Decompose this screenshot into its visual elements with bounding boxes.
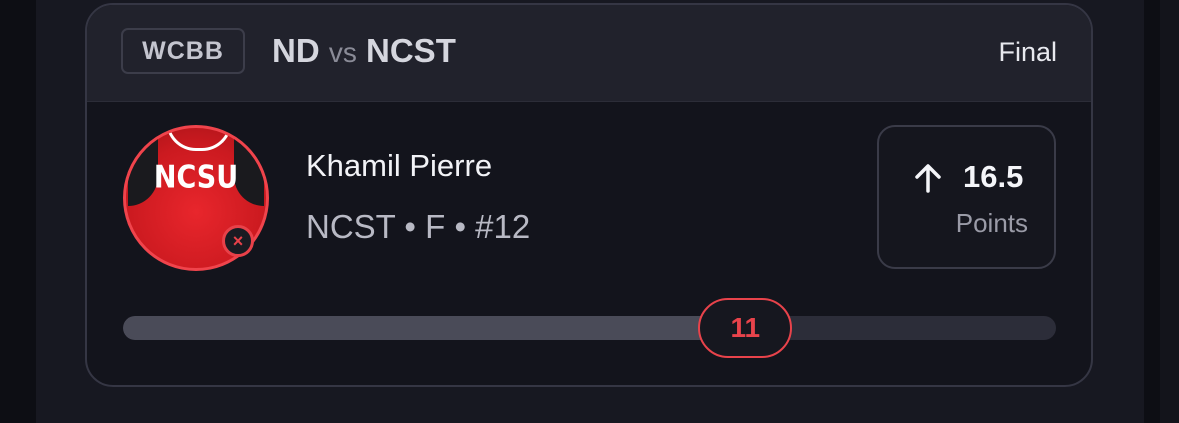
player-name: Khamil Pierre (306, 148, 493, 183)
card-header: WCBB ND vs NCST Final (87, 5, 1091, 102)
arrow-up-icon (915, 164, 941, 193)
vs-label: vs (328, 37, 357, 68)
line-box[interactable]: 16.5 Points (877, 125, 1056, 269)
line-value: 16.5 (963, 159, 1024, 194)
line-stat: Points (955, 208, 1028, 238)
progress-marker: 11 (698, 298, 793, 358)
close-icon: × (222, 225, 254, 257)
player-meta: NCST • F • #12 (306, 208, 531, 245)
progress-fill (123, 316, 746, 340)
progress-track (123, 316, 1056, 340)
game-status: Final (998, 37, 1057, 67)
prop-card[interactable]: WCBB ND vs NCST Final NCSU × Khamil Pier… (85, 3, 1093, 387)
jersey-collar (166, 128, 232, 151)
away-team: NCST (366, 32, 456, 69)
matchup-title: ND vs NCST (272, 31, 456, 73)
player-avatar-wrap[interactable]: NCSU × (123, 125, 269, 271)
page: WCBB ND vs NCST Final NCSU × Khamil Pier… (0, 0, 1179, 423)
league-badge: WCBB (121, 28, 245, 74)
jersey-text: NCSU (153, 159, 239, 196)
side-strip (1160, 0, 1179, 423)
home-team: ND (272, 32, 320, 69)
